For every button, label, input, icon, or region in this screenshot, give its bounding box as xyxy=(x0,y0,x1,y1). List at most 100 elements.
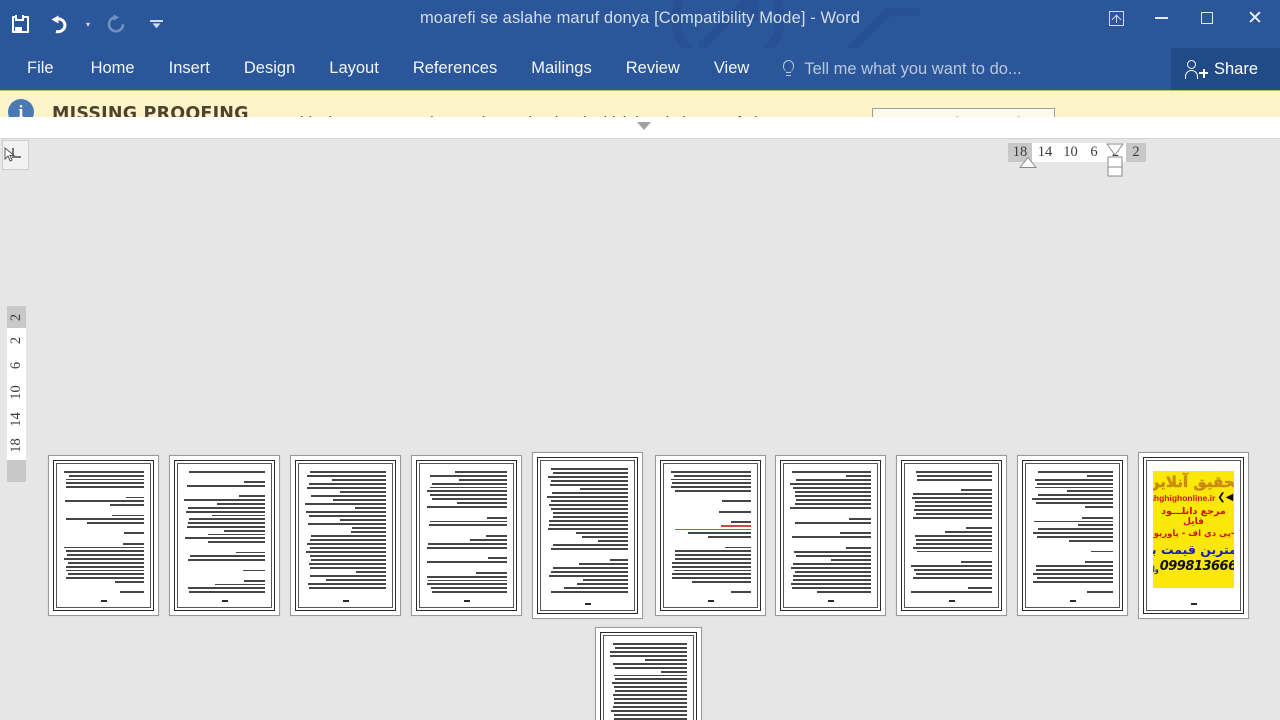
page-6[interactable] xyxy=(655,455,766,616)
ribbon-display-options-button[interactable] xyxy=(1094,2,1138,34)
restore-icon xyxy=(1201,12,1213,24)
page-text-line xyxy=(549,575,628,577)
page-text-line xyxy=(306,475,386,477)
page-text-line xyxy=(551,500,628,502)
tab-insert[interactable]: Insert xyxy=(152,48,227,90)
page-7[interactable] xyxy=(775,455,886,616)
page-text-line xyxy=(547,496,628,498)
page-text-line xyxy=(185,537,265,540)
tab-file[interactable]: File xyxy=(0,48,74,90)
page-text-line xyxy=(598,540,628,542)
page-text-line xyxy=(795,571,871,574)
page-11[interactable] xyxy=(595,627,702,720)
page-text-line xyxy=(914,535,992,537)
page-text-line xyxy=(186,525,265,528)
page-text-line xyxy=(350,531,386,533)
page-text-line xyxy=(549,504,628,506)
page-text-line xyxy=(840,532,871,535)
page-text-line xyxy=(688,532,751,535)
page-text-line xyxy=(553,567,628,569)
page-text-line xyxy=(795,478,871,481)
page-text-line xyxy=(309,515,386,517)
tab-home[interactable]: Home xyxy=(74,48,152,90)
page-8[interactable] xyxy=(896,455,1007,616)
page-text-line xyxy=(614,713,687,716)
page-text-line xyxy=(916,550,992,553)
page-text-line xyxy=(1069,539,1113,542)
tab-review[interactable]: Review xyxy=(609,48,697,90)
page-text-line xyxy=(65,500,144,503)
advert-line-6: با کمترین قیمت بازار xyxy=(1153,542,1234,557)
page-text-line xyxy=(548,528,628,530)
page-text-line xyxy=(1066,490,1113,493)
page-text-line xyxy=(611,709,687,712)
page-text-line xyxy=(791,567,871,570)
page-text-block xyxy=(63,471,144,594)
tab-design[interactable]: Design xyxy=(227,48,312,90)
page-text-line xyxy=(670,471,751,473)
page-text-line xyxy=(207,533,265,536)
page-text-line xyxy=(916,471,992,473)
page-text-line xyxy=(429,474,507,477)
page-text-line xyxy=(553,512,628,514)
maximize-restore-button[interactable] xyxy=(1184,2,1230,34)
minimize-button[interactable] xyxy=(1138,2,1184,34)
page-text-line xyxy=(63,558,144,560)
page-text-line xyxy=(792,563,871,566)
page-text-line xyxy=(816,590,871,593)
page-text-line xyxy=(660,670,687,673)
close-button[interactable]: ✕ xyxy=(1230,2,1280,34)
page-text-line xyxy=(791,536,871,539)
page-text-line xyxy=(66,518,144,521)
page-text-line xyxy=(552,544,628,546)
expand-ribbon-arrow-icon[interactable] xyxy=(637,122,651,132)
page-text-line xyxy=(429,520,507,523)
page-text-line xyxy=(848,517,871,520)
page-text-line xyxy=(65,550,144,553)
page-text-line xyxy=(488,557,507,560)
page-text-line xyxy=(913,508,992,511)
tell-me-search[interactable]: Tell me what you want to do... xyxy=(766,48,1022,90)
page-text-line xyxy=(309,567,386,569)
page-text-line xyxy=(1034,478,1113,481)
page-text-block xyxy=(911,471,992,594)
page-text-line xyxy=(339,519,386,521)
page-text-line xyxy=(614,674,687,677)
page-2[interactable] xyxy=(169,455,280,616)
page-text-block xyxy=(790,471,871,593)
page-5[interactable] xyxy=(532,452,643,619)
page-4[interactable] xyxy=(411,455,522,616)
page-text-line xyxy=(1032,498,1113,501)
page-text-line xyxy=(432,591,507,594)
page-1[interactable] xyxy=(48,455,159,616)
page-text-line xyxy=(912,576,992,579)
page-10[interactable]: تحقیق آنلاین Tahghighonline.ir ❮◀ مرجع د… xyxy=(1138,452,1249,619)
page-9[interactable] xyxy=(1017,455,1128,616)
page-text-line xyxy=(610,650,687,653)
tab-view[interactable]: View xyxy=(697,48,766,90)
page-text-line xyxy=(426,561,507,564)
share-button[interactable]: Share xyxy=(1170,48,1280,90)
page-text-line xyxy=(1038,471,1113,473)
page-text-line xyxy=(119,591,144,594)
page-text-line xyxy=(914,568,992,571)
tab-mailings[interactable]: Mailings xyxy=(514,48,609,90)
page-thumbnail-grid: تحقیق آنلاین Tahghighonline.ir ❮◀ مرجع د… xyxy=(0,139,1280,720)
page-text-line xyxy=(426,490,507,493)
page-text-line xyxy=(1082,516,1113,519)
minimize-icon xyxy=(1154,17,1168,19)
page-text-line xyxy=(485,535,507,537)
page-text-line xyxy=(1087,474,1113,477)
tab-layout[interactable]: Layout xyxy=(312,48,396,90)
page-text-line xyxy=(915,501,992,503)
page-text-line xyxy=(912,497,992,500)
page-3[interactable] xyxy=(290,455,401,616)
page-text-line xyxy=(1038,528,1113,531)
page-text-line xyxy=(610,559,628,561)
tab-references[interactable]: References xyxy=(396,48,514,90)
page-text-line xyxy=(188,506,265,509)
page-text-line xyxy=(476,571,507,574)
page-text-line xyxy=(311,535,386,537)
page-text-line xyxy=(674,569,751,572)
page-text-line xyxy=(308,523,386,525)
